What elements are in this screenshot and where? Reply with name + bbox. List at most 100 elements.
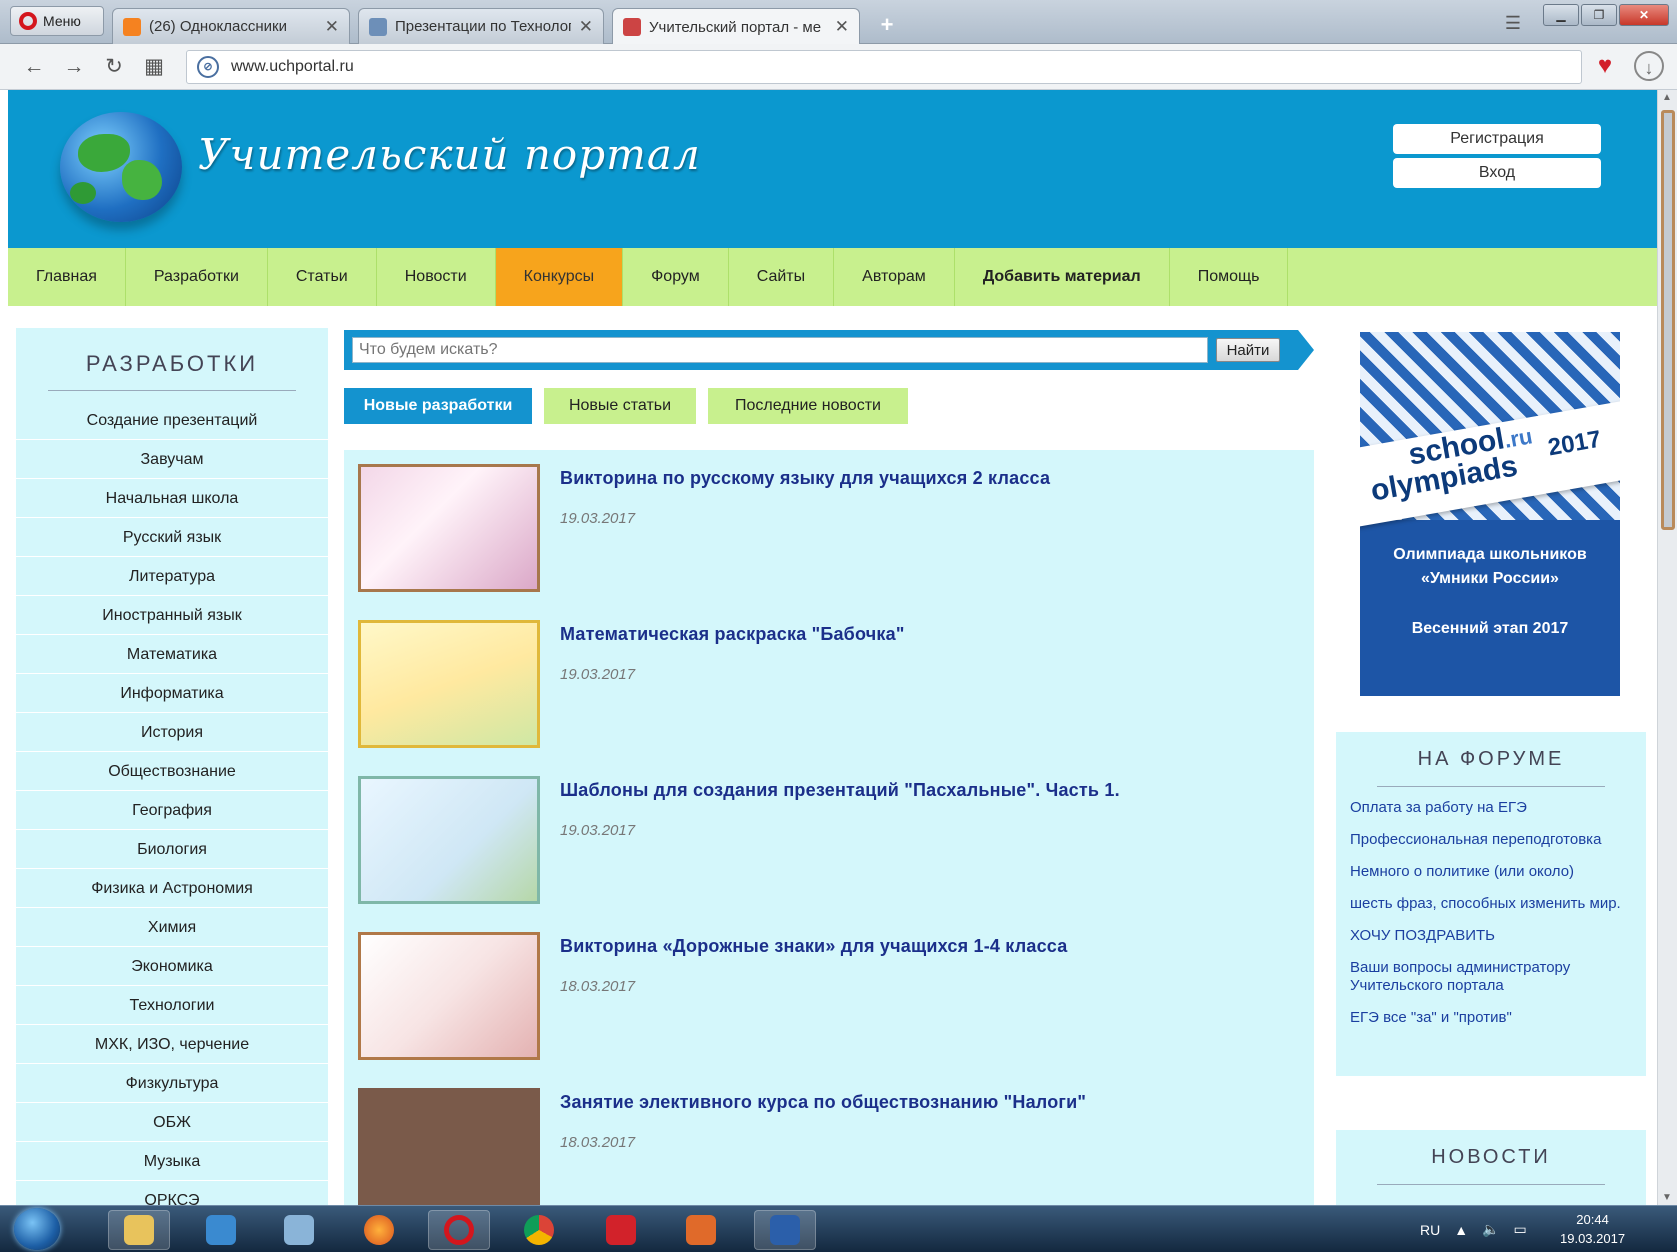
opera-logo-icon [19,12,37,30]
entry-title-link[interactable]: Викторина по русскому языку для учащихся… [560,468,1050,489]
site-info-icon[interactable]: ⊘ [197,56,219,78]
sidebar-item[interactable]: Технологии [16,986,328,1025]
thumbnail-image[interactable] [358,932,540,1060]
media-player-taskbar-button[interactable] [190,1210,252,1250]
show-hidden-icons-icon[interactable]: ▲ [1454,1222,1468,1238]
chrome-taskbar-button[interactable] [508,1210,570,1250]
sidebar-item[interactable]: Завучам [16,440,328,479]
sidebar-item[interactable]: Русский язык [16,518,328,557]
entry-title-link[interactable]: Шаблоны для создания презентаций "Пасхал… [560,780,1120,801]
sidebar-item[interactable]: Физика и Астрономия [16,869,328,908]
forum-link[interactable]: Ваши вопросы администратору Учительского… [1336,959,1646,995]
olympiad-banner[interactable]: school.ru olympiads 2017 Олимпиада школь… [1360,332,1620,696]
forward-arrow-icon[interactable]: → [56,49,92,85]
nav-developments[interactable]: Разработки [126,248,268,306]
nav-news[interactable]: Новости [377,248,496,306]
close-tab-icon[interactable]: ✕ [579,17,593,37]
tab-new-articles[interactable]: Новые статьи [544,388,696,424]
forum-link[interactable]: Профессиональная переподготовка [1336,831,1646,849]
sidebar-item[interactable]: ОБЖ [16,1103,328,1142]
sidebar-item[interactable]: ОРКСЭ [16,1181,328,1205]
nav-sites[interactable]: Сайты [729,248,835,306]
language-indicator[interactable]: RU [1420,1222,1440,1238]
thumbnail-image[interactable] [358,776,540,904]
tab-uchportal[interactable]: Учительский портал - ме ✕ [612,8,860,45]
sidebar-item[interactable]: Экономика [16,947,328,986]
tab-new-developments[interactable]: Новые разработки [344,388,532,424]
nav-authors[interactable]: Авторам [834,248,955,306]
clock[interactable]: 20:44 19.03.2017 [1560,1210,1625,1248]
bookmark-heart-icon[interactable]: ♥ [1590,51,1620,81]
login-button[interactable]: Вход [1393,158,1601,188]
register-button[interactable]: Регистрация [1393,124,1601,154]
sidebar-item[interactable]: Начальная школа [16,479,328,518]
back-arrow-icon[interactable]: ← [16,49,52,85]
forum-link[interactable]: ХОЧУ ПОЗДРАВИТЬ [1336,927,1646,945]
forum-link[interactable]: ЕГЭ все "за" и "против" [1336,1009,1646,1027]
sidebar-item[interactable]: Химия [16,908,328,947]
forum-link[interactable]: Немного о политике (или около) [1336,863,1646,881]
close-window-button[interactable]: ✕ [1619,4,1669,26]
tab-latest-news[interactable]: Последние новости [708,388,908,424]
firefox-taskbar-button[interactable] [348,1210,410,1250]
tab-menu-icon[interactable]: ☰ [1500,10,1526,36]
sidebar-item[interactable]: Иностранный язык [16,596,328,635]
paint-taskbar-button[interactable] [268,1210,330,1250]
tab-presentations[interactable]: Презентации по Технологии ✕ [358,8,604,44]
sidebar-item[interactable]: История [16,713,328,752]
sidebar-item[interactable]: МХК, ИЗО, черчение [16,1025,328,1064]
close-tab-icon[interactable]: ✕ [835,17,849,37]
thumbnail-image[interactable] [358,1088,540,1205]
globe-logo-icon[interactable] [60,112,182,222]
entry-title-link[interactable]: Математическая раскраска "Бабочка" [560,624,905,645]
forum-link[interactable]: шесть фраз, способных изменить мир. [1336,895,1646,913]
sidebar-item[interactable]: Литература [16,557,328,596]
volume-icon[interactable]: 🔈 [1482,1221,1499,1238]
search-input[interactable] [352,337,1208,363]
word-taskbar-button[interactable] [754,1210,816,1250]
search-bar: Найти [344,330,1314,370]
sidebar-item[interactable]: Математика [16,635,328,674]
maximize-button[interactable]: ❐ [1581,4,1617,26]
page-scrollbar[interactable]: ▲ ▼ [1657,90,1677,1205]
entry-title-link[interactable]: Занятие элективного курса по обществозна… [560,1092,1086,1113]
nav-forum[interactable]: Форум [623,248,729,306]
reload-icon[interactable]: ↻ [96,49,132,85]
speed-dial-grid-icon[interactable]: ▦ [136,49,172,85]
close-tab-icon[interactable]: ✕ [325,17,339,37]
sidebar-item[interactable]: Музыка [16,1142,328,1181]
network-icon[interactable]: ▭ [1514,1221,1527,1238]
app-taskbar-button[interactable] [590,1210,652,1250]
scroll-up-arrow-icon[interactable]: ▲ [1662,92,1672,103]
opera-menu-button[interactable]: Меню [10,6,104,36]
thumbnail-image[interactable] [358,620,540,748]
nav-contests[interactable]: Конкурсы [495,248,624,306]
tab-odnoklassniki[interactable]: (26) Одноклассники ✕ [112,8,350,44]
scroll-down-arrow-icon[interactable]: ▼ [1662,1192,1672,1203]
download-icon[interactable]: ↓ [1634,51,1664,81]
new-tab-button[interactable]: + [872,10,902,40]
url-field[interactable]: ⊘ www.uchportal.ru [186,50,1582,84]
search-button[interactable]: Найти [1216,338,1280,362]
sidebar-item[interactable]: Создание презентаций [16,401,328,440]
sidebar-item[interactable]: Обществознание [16,752,328,791]
nav-home[interactable]: Главная [8,248,126,306]
explorer-taskbar-button[interactable] [108,1210,170,1250]
url-text: www.uchportal.ru [231,58,354,75]
office-taskbar-button[interactable] [670,1210,732,1250]
sidebar-item[interactable]: География [16,791,328,830]
minimize-button[interactable]: ▁ [1543,4,1579,26]
nav-articles[interactable]: Статьи [268,248,377,306]
sidebar-item[interactable]: Биология [16,830,328,869]
scrollbar-thumb[interactable] [1661,110,1675,530]
entry-title-link[interactable]: Викторина «Дорожные знаки» для учащихся … [560,936,1067,957]
thumbnail-image[interactable] [358,464,540,592]
forum-link[interactable]: Оплата за работу на ЕГЭ [1336,799,1646,817]
sidebar-item[interactable]: Информатика [16,674,328,713]
nav-help[interactable]: Помощь [1170,248,1289,306]
opera-taskbar-button[interactable] [428,1210,490,1250]
sidebar-item[interactable]: Физкультура [16,1064,328,1103]
nav-add-material[interactable]: Добавить материал [955,248,1170,306]
start-button[interactable] [14,1208,60,1250]
site-logo-text[interactable]: Учительский портал [198,130,701,179]
